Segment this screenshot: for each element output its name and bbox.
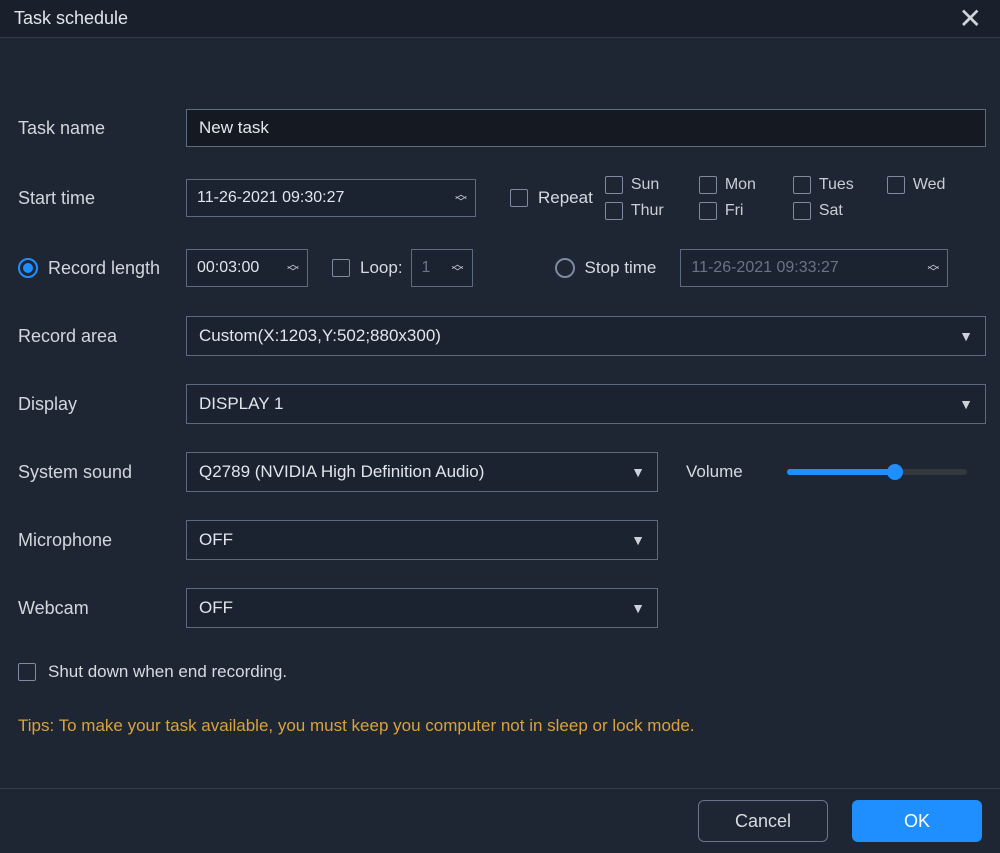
- stop-time-spinner[interactable]: ︿ ﹀: [919, 260, 939, 276]
- volume-track: [787, 469, 967, 475]
- day-thur-checkbox[interactable]: [605, 202, 623, 220]
- chevron-down-icon: ▼: [631, 532, 645, 548]
- loop-value: 1: [422, 259, 431, 277]
- day-sat-checkbox[interactable]: [793, 202, 811, 220]
- day-tues-checkbox[interactable]: [793, 176, 811, 194]
- record-area-select[interactable]: Custom(X:1203,Y:502;880x300) ▼: [186, 316, 986, 356]
- chevron-down-icon: ▼: [631, 600, 645, 616]
- start-time-value: 11-26-2021 09:30:27: [197, 189, 344, 207]
- chevron-down-icon[interactable]: ﹀: [455, 198, 467, 206]
- display-value: DISPLAY 1: [199, 394, 283, 414]
- start-time-label: Start time: [18, 188, 186, 209]
- volume-thumb[interactable]: [887, 464, 903, 480]
- record-length-value: 00:03:00: [197, 259, 259, 277]
- shutdown-label: Shut down when end recording.: [48, 662, 287, 682]
- record-length-row: Record length 00:03:00 ︿ ﹀ Loop: 1 ︿ ﹀ S…: [18, 248, 986, 288]
- stop-time-radio[interactable]: [555, 258, 575, 278]
- start-time-row: Start time 11-26-2021 09:30:27 ︿ ﹀ Repea…: [18, 176, 986, 220]
- record-length-spinner[interactable]: ︿ ﹀: [279, 260, 299, 276]
- microphone-label: Microphone: [18, 530, 186, 551]
- loop-checkbox[interactable]: [332, 259, 350, 277]
- cancel-button[interactable]: Cancel: [698, 800, 828, 842]
- volume-label: Volume: [686, 462, 743, 482]
- task-name-row: Task name: [18, 108, 986, 148]
- day-wed: Wed: [887, 176, 977, 194]
- record-area-value: Custom(X:1203,Y:502;880x300): [199, 326, 441, 346]
- day-sun-checkbox[interactable]: [605, 176, 623, 194]
- webcam-select[interactable]: OFF ▼: [186, 588, 658, 628]
- webcam-row: Webcam OFF ▼: [18, 588, 986, 628]
- day-fri: Fri: [699, 202, 789, 220]
- day-mon: Mon: [699, 176, 789, 194]
- dialog-footer: Cancel OK: [0, 788, 1000, 853]
- record-area-row: Record area Custom(X:1203,Y:502;880x300)…: [18, 316, 986, 356]
- stop-time-input[interactable]: 11-26-2021 09:33:27 ︿ ﹀: [680, 249, 948, 287]
- day-tues: Tues: [793, 176, 883, 194]
- shutdown-row: Shut down when end recording.: [18, 652, 986, 692]
- close-icon[interactable]: ✕: [955, 9, 986, 29]
- stop-time-value: 11-26-2021 09:33:27: [691, 259, 838, 277]
- microphone-row: Microphone OFF ▼: [18, 520, 986, 560]
- loop-label: Loop:: [360, 258, 403, 278]
- stop-time-label: Stop time: [585, 258, 657, 278]
- repeat-label: Repeat: [538, 188, 593, 208]
- title-bar: Task schedule ✕: [0, 0, 1000, 38]
- task-name-label: Task name: [18, 118, 186, 139]
- day-sun: Sun: [605, 176, 695, 194]
- start-time-input[interactable]: 11-26-2021 09:30:27 ︿ ﹀: [186, 179, 476, 217]
- day-mon-checkbox[interactable]: [699, 176, 717, 194]
- system-sound-value: Q2789 (NVIDIA High Definition Audio): [199, 462, 484, 482]
- system-sound-label: System sound: [18, 462, 186, 483]
- loop-input[interactable]: 1 ︿ ﹀: [411, 249, 473, 287]
- record-length-radio[interactable]: [18, 258, 38, 278]
- chevron-down-icon[interactable]: ﹀: [927, 268, 939, 276]
- webcam-label: Webcam: [18, 598, 186, 619]
- tips-text: Tips: To make your task available, you m…: [18, 716, 986, 736]
- day-fri-checkbox[interactable]: [699, 202, 717, 220]
- display-label: Display: [18, 394, 186, 415]
- chevron-down-icon[interactable]: ﹀: [452, 268, 464, 276]
- microphone-select[interactable]: OFF ▼: [186, 520, 658, 560]
- day-thur: Thur: [605, 202, 695, 220]
- record-length-label: Record length: [48, 258, 160, 279]
- record-area-label: Record area: [18, 326, 186, 347]
- display-select[interactable]: DISPLAY 1 ▼: [186, 384, 986, 424]
- dialog-content: Task name Start time 11-26-2021 09:30:27…: [0, 38, 1000, 736]
- start-time-spinner[interactable]: ︿ ﹀: [447, 190, 467, 206]
- system-sound-row: System sound Q2789 (NVIDIA High Definiti…: [18, 452, 986, 492]
- volume-fill: [787, 469, 895, 475]
- task-name-input[interactable]: [186, 109, 986, 147]
- system-sound-select[interactable]: Q2789 (NVIDIA High Definition Audio) ▼: [186, 452, 658, 492]
- window-title: Task schedule: [14, 8, 128, 29]
- volume-slider[interactable]: [787, 462, 967, 482]
- days-grid: Sun Mon Tues Wed Thur Fri Sat: [605, 176, 977, 220]
- chevron-down-icon: ▼: [631, 464, 645, 480]
- chevron-down-icon[interactable]: ﹀: [287, 268, 299, 276]
- day-wed-checkbox[interactable]: [887, 176, 905, 194]
- record-length-label-group: Record length: [18, 258, 186, 279]
- chevron-down-icon: ▼: [959, 396, 973, 412]
- day-sat: Sat: [793, 202, 883, 220]
- loop-spinner[interactable]: ︿ ﹀: [444, 260, 464, 276]
- display-row: Display DISPLAY 1 ▼: [18, 384, 986, 424]
- chevron-down-icon: ▼: [959, 328, 973, 344]
- shutdown-checkbox[interactable]: [18, 663, 36, 681]
- record-length-input[interactable]: 00:03:00 ︿ ﹀: [186, 249, 308, 287]
- webcam-value: OFF: [199, 598, 233, 618]
- microphone-value: OFF: [199, 530, 233, 550]
- ok-button[interactable]: OK: [852, 800, 982, 842]
- repeat-checkbox[interactable]: [510, 189, 528, 207]
